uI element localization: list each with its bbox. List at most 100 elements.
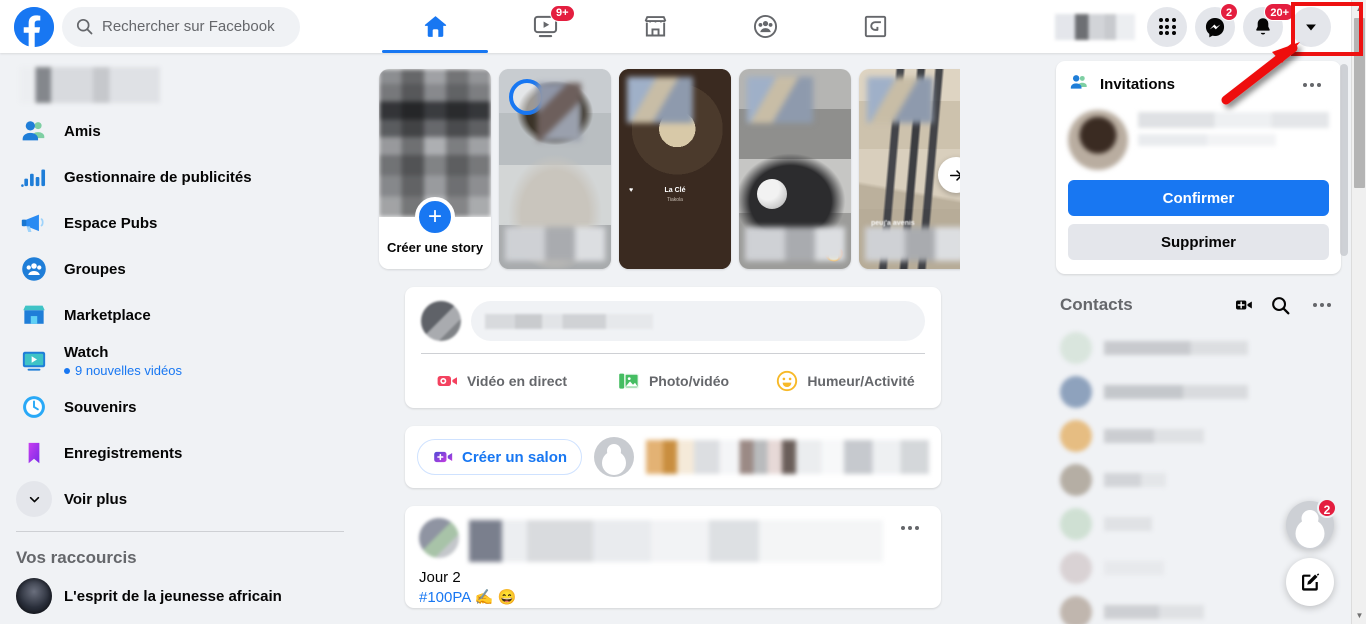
composer-input[interactable] — [471, 301, 925, 341]
sidebar-item-espace-pubs[interactable]: Espace Pubs — [8, 201, 352, 245]
store-icon — [644, 16, 666, 37]
facebook-logo-icon[interactable] — [14, 6, 54, 47]
messenger-button[interactable]: 2 — [1195, 2, 1238, 47]
sidebar-item-groupes[interactable]: Groupes — [8, 247, 352, 291]
contacts-options-button[interactable] — [1305, 295, 1339, 315]
avatar — [1060, 332, 1092, 364]
search-icon[interactable] — [1269, 294, 1291, 316]
sidebar-item-gestionnaire-de-publicites[interactable]: Gestionnaire de publicités — [8, 155, 352, 199]
story-card[interactable] — [499, 69, 611, 269]
contact-name-blurred — [1104, 385, 1248, 399]
avatar[interactable] — [1068, 110, 1128, 170]
video-camera-icon[interactable] — [1233, 294, 1255, 316]
avatar[interactable] — [419, 518, 459, 558]
create-room-button[interactable]: Créer un salon — [417, 439, 583, 475]
blurred-caption — [505, 227, 605, 261]
apps-menu-button[interactable] — [1147, 6, 1187, 47]
sidebar-item-enregistrements[interactable]: Enregistrements — [8, 431, 352, 475]
search-input[interactable]: Rechercher sur Facebook — [62, 6, 300, 47]
create-story-card[interactable]: + Créer une story — [379, 69, 491, 269]
watch-icon — [16, 343, 52, 379]
contact-item[interactable] — [1056, 370, 1341, 414]
contact-name-blurred — [1104, 341, 1248, 355]
tab-groups[interactable] — [710, 0, 820, 53]
sidebar-divider — [16, 531, 344, 532]
post-header — [405, 506, 941, 562]
blurred-face — [867, 77, 933, 123]
story-card[interactable]: ♥ La Clé Tiakola — [619, 69, 731, 269]
invitation-name-blurred — [1138, 110, 1329, 170]
sidebar-label: Enregistrements — [64, 444, 183, 462]
saved-icon — [16, 435, 52, 471]
contact-name-blurred — [1104, 561, 1164, 575]
sidebar-label: Souvenirs — [64, 398, 137, 416]
header-actions: 2 20+ — [1055, 2, 1351, 47]
browser-scrollbar[interactable]: ▲ ▼ — [1351, 0, 1366, 624]
chevron-down-icon — [16, 481, 52, 517]
search-icon — [76, 18, 93, 35]
left-sidebar: Amis Gestionnaire de publicités Espace P… — [0, 53, 360, 624]
post-body: Jour 2 #100PA ✍️ 😄 — [405, 562, 941, 608]
memories-icon — [16, 389, 52, 425]
scrollbar-thumb[interactable] — [1354, 18, 1365, 188]
avatar[interactable] — [421, 301, 461, 341]
story-card[interactable]: 🔥 — [739, 69, 851, 269]
scroll-down-arrow-icon[interactable]: ▼ — [1352, 607, 1366, 624]
invitation-item — [1068, 110, 1329, 170]
invitations-options-button[interactable] — [1295, 75, 1329, 95]
story-caption-title: La Clé — [664, 187, 686, 194]
notifications-button[interactable]: 20+ — [1243, 2, 1295, 47]
tab-marketplace[interactable] — [600, 0, 710, 53]
post-options-button[interactable] — [893, 518, 927, 538]
post-composer-card: Vidéo en direct Photo/vidéo Humeur/Activ… — [405, 287, 941, 408]
contact-item[interactable] — [1056, 326, 1341, 370]
photo-video-label: Photo/vidéo — [648, 373, 730, 389]
feeling-activity-button[interactable]: Humeur/Activité — [759, 362, 931, 400]
home-icon — [424, 16, 446, 37]
tab-gaming[interactable] — [820, 0, 930, 53]
account-name-blurred[interactable] — [1055, 13, 1135, 40]
sidebar-item-watch[interactable]: Watch 9 nouvelles vidéos — [8, 339, 352, 383]
contact-item[interactable] — [1056, 458, 1341, 502]
floating-compose-button[interactable] — [1286, 558, 1334, 606]
photo-video-icon — [619, 373, 639, 389]
delete-button[interactable]: Supprimer — [1068, 224, 1329, 260]
top-header: Rechercher sur Facebook 9+ 2 20+ — [0, 0, 1351, 53]
ad-center-icon — [16, 205, 52, 241]
blurred-caption — [865, 227, 960, 261]
avatar[interactable] — [594, 437, 635, 477]
tab-home[interactable] — [380, 0, 490, 53]
room-contacts-blurred[interactable] — [646, 440, 929, 474]
search-placeholder: Rechercher sur Facebook — [102, 18, 275, 35]
avatar — [1060, 596, 1092, 624]
create-room-card: Créer un salon — [405, 426, 941, 488]
floating-profile-button[interactable]: 2 — [1286, 498, 1337, 549]
right-panel-scrollbar[interactable] — [1340, 64, 1348, 256]
tab-watch[interactable]: 9+ — [490, 0, 600, 53]
live-video-button[interactable]: Vidéo en direct — [415, 362, 587, 400]
story-caption: peuj'a avenis — [871, 220, 915, 227]
sidebar-item-voir-plus[interactable]: Voir plus — [8, 477, 352, 521]
contact-item[interactable] — [1056, 414, 1341, 458]
stories-tray: + Créer une story ♥ La Clé Tiakola 🔥 — [360, 69, 960, 269]
sidebar-item-souvenirs[interactable]: Souvenirs — [8, 385, 352, 429]
account-dropdown-button[interactable] — [1291, 6, 1331, 47]
sidebar-item-amis[interactable]: Amis — [8, 109, 352, 153]
basketball-object — [757, 179, 787, 209]
profile-name-blurred[interactable] — [20, 67, 160, 103]
sidebar-shortcut-item[interactable]: L'esprit de la jeunesse africain — [8, 574, 352, 618]
confirm-button[interactable]: Confirmer — [1068, 180, 1329, 216]
scroll-up-arrow-icon[interactable]: ▲ — [1352, 0, 1366, 17]
contact-name-blurred — [1104, 429, 1204, 443]
ads-manager-icon — [16, 159, 52, 195]
photo-video-button[interactable]: Photo/vidéo — [587, 362, 759, 400]
header-left: Rechercher sur Facebook — [0, 6, 380, 47]
feed-post-card: Jour 2 #100PA ✍️ 😄 — [405, 506, 941, 608]
watch-badge: 9+ — [550, 5, 575, 22]
chevron-down-icon — [1306, 24, 1316, 30]
shortcut-label: L'esprit de la jeunesse africain — [64, 587, 282, 605]
feeling-icon — [777, 370, 798, 392]
sidebar-label: Voir plus — [64, 490, 128, 508]
sidebar-item-marketplace[interactable]: Marketplace — [8, 293, 352, 337]
header-nav-tabs: 9+ — [380, 0, 1055, 53]
